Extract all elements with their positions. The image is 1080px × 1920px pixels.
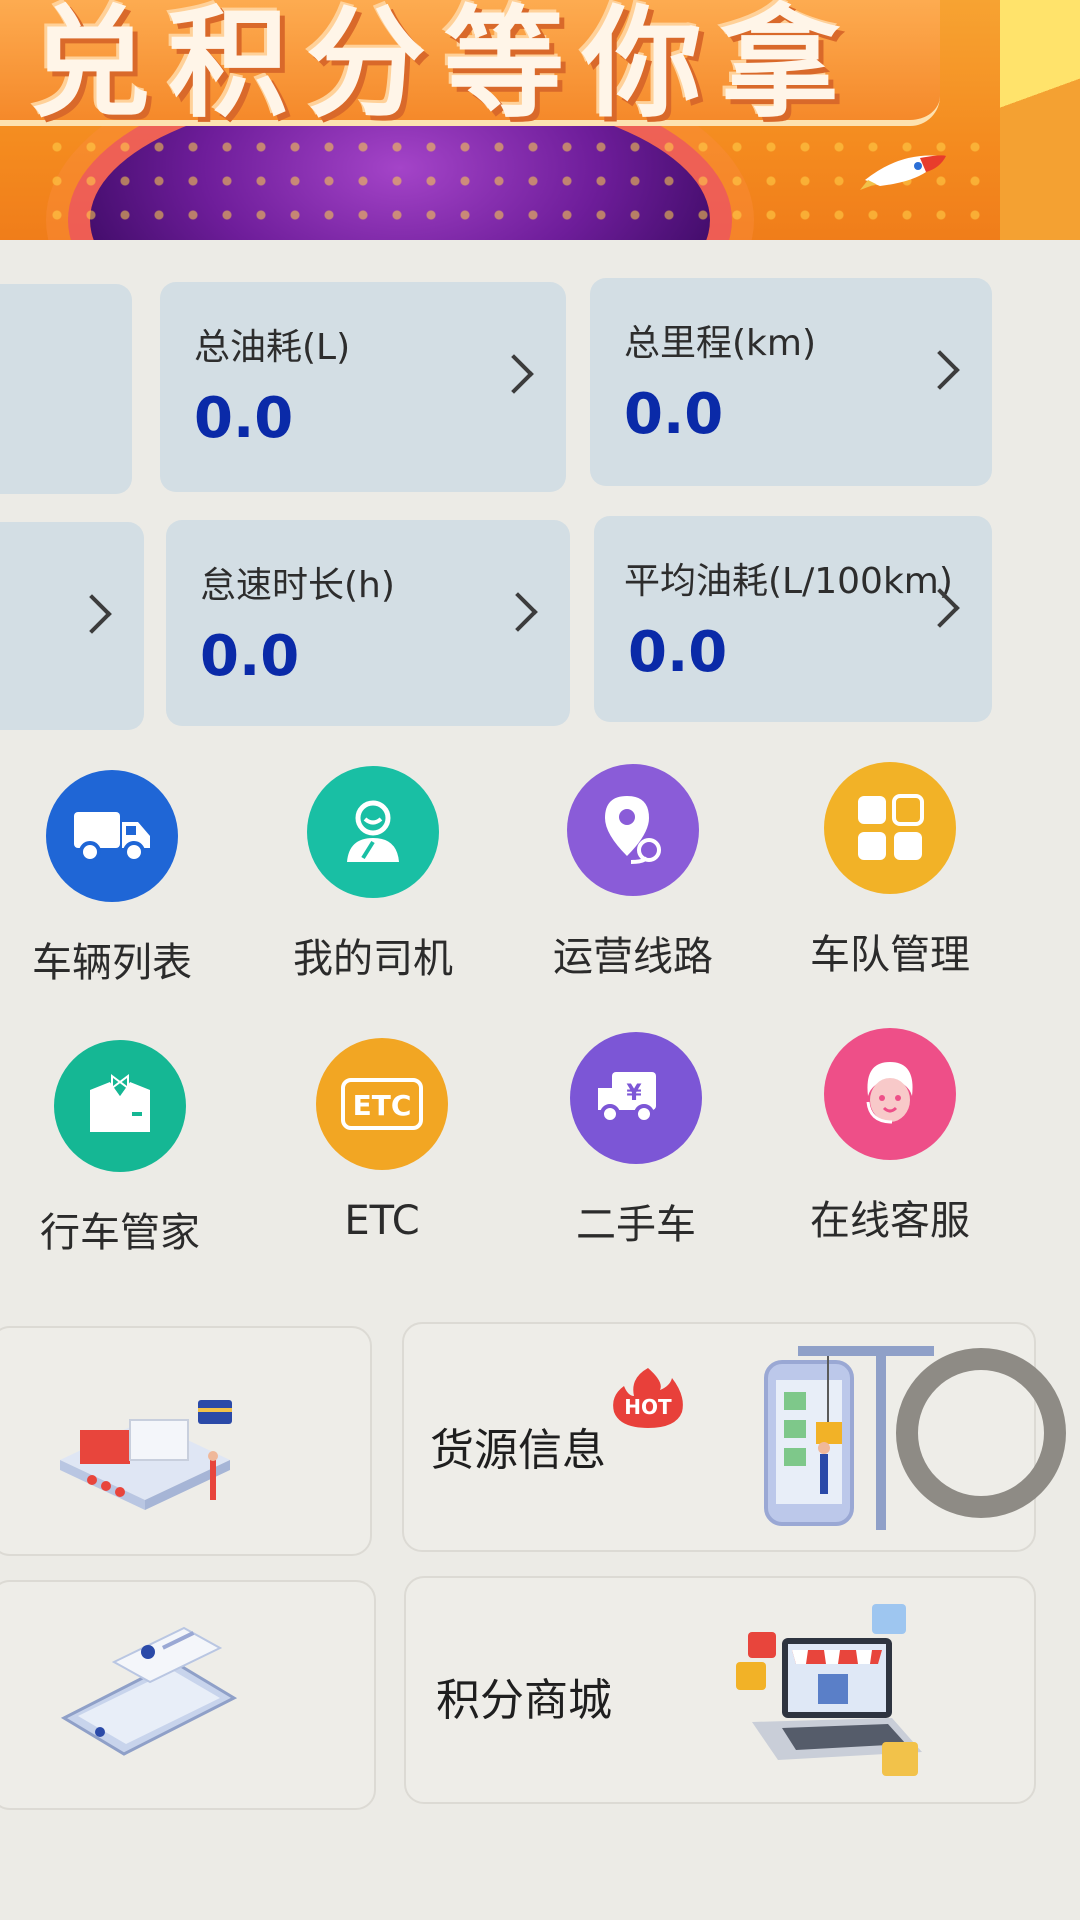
floating-assistive-button[interactable] (896, 1348, 1066, 1518)
customer-service-icon (824, 1028, 956, 1160)
stat-card-idle-duration[interactable]: 怠速时长(h) 0.0 (166, 520, 570, 726)
online-shop-laptop-illustration (736, 1604, 922, 1776)
chevron-right-icon (920, 350, 960, 390)
grid-item-vehicle-list[interactable]: 车辆列表 (2, 770, 222, 1000)
chevron-right-icon (498, 592, 538, 632)
route-pin-icon (567, 764, 699, 896)
grid-item-label: 在线客服 (810, 1198, 970, 1244)
stat-label: 平均油耗(L/100km) (624, 561, 953, 602)
svg-text:ETC: ETC (353, 1089, 412, 1122)
service-card-points-mall[interactable]: 积分商城 (404, 1576, 1036, 1804)
stat-value: 0.0 (194, 386, 294, 451)
etc-icon: ETC (316, 1038, 448, 1170)
used-truck-icon: ¥ (570, 1032, 702, 1164)
driver-icon (307, 766, 439, 898)
truck-icon (46, 770, 178, 902)
stat-label: 总油耗(L) (194, 327, 351, 368)
hot-badge-text: HOT (624, 1395, 672, 1419)
cargo-info-label: 货源信息 (430, 1425, 606, 1476)
promo-banner[interactable]: 兑积分等你拿 (0, 0, 1080, 240)
service-card-ecard[interactable] (0, 1580, 376, 1810)
grid-item-label: 车队管理 (810, 932, 970, 978)
service-card-logistics[interactable] (0, 1326, 372, 1556)
stat-card-total-mileage[interactable]: 总里程(km) 0.0 (590, 278, 992, 486)
banner-stripe-decoration (1000, 0, 1080, 240)
stat-card-avg-fuel[interactable]: 平均油耗(L/100km) 0.0 (594, 516, 992, 722)
stat-card-total-fuel[interactable]: 总油耗(L) 0.0 (160, 282, 566, 492)
rocket-icon (860, 155, 946, 190)
stat-value: 0.0 (624, 382, 724, 447)
grid-item-used-trucks[interactable]: ¥ 二手车 (526, 1032, 746, 1262)
grid-item-my-drivers[interactable]: 我的司机 (263, 766, 483, 996)
grid-item-label: 车辆列表 (32, 940, 192, 986)
grid-item-label: 二手车 (576, 1202, 696, 1248)
grid-item-label: 运营线路 (553, 934, 713, 980)
banner-dots-decoration (40, 130, 1000, 240)
stat-value: 0.0 (200, 624, 300, 689)
grid-item-operating-routes[interactable]: 运营线路 (523, 764, 743, 994)
logistics-platform-illustration (60, 1400, 232, 1510)
chevron-right-icon (72, 594, 112, 634)
grid-item-online-service[interactable]: 在线客服 (780, 1028, 1000, 1258)
stat-card-partial-bottom[interactable] (0, 522, 144, 730)
banner-slogan: 兑积分等你拿 (30, 0, 858, 134)
mobile-card-illustration (60, 1626, 238, 1756)
stat-value: 0.0 (628, 620, 728, 685)
app-home-page: 兑积分等你拿 总油耗(L) 0.0 总里程(km) 0.0 怠速时长(h) 0.… (0, 0, 1080, 1920)
stat-label: 总里程(km) (624, 323, 817, 364)
chevron-right-icon (494, 354, 534, 394)
grid-apps-icon (824, 762, 956, 894)
grid-item-label: ETC (344, 1198, 420, 1244)
svg-text:¥: ¥ (626, 1081, 642, 1106)
stat-card-partial-top[interactable] (0, 284, 132, 494)
butler-icon (54, 1040, 186, 1172)
grid-item-fleet-management[interactable]: 车队管理 (780, 762, 1000, 992)
points-mall-label: 积分商城 (436, 1675, 612, 1726)
grid-item-driving-butler[interactable]: 行车管家 (10, 1040, 230, 1270)
hot-flame-icon: HOT (613, 1368, 683, 1428)
stat-label: 怠速时长(h) (200, 565, 395, 606)
grid-item-label: 行车管家 (40, 1210, 200, 1256)
grid-item-label: 我的司机 (293, 936, 453, 982)
grid-item-etc[interactable]: ETC ETC (272, 1038, 492, 1268)
